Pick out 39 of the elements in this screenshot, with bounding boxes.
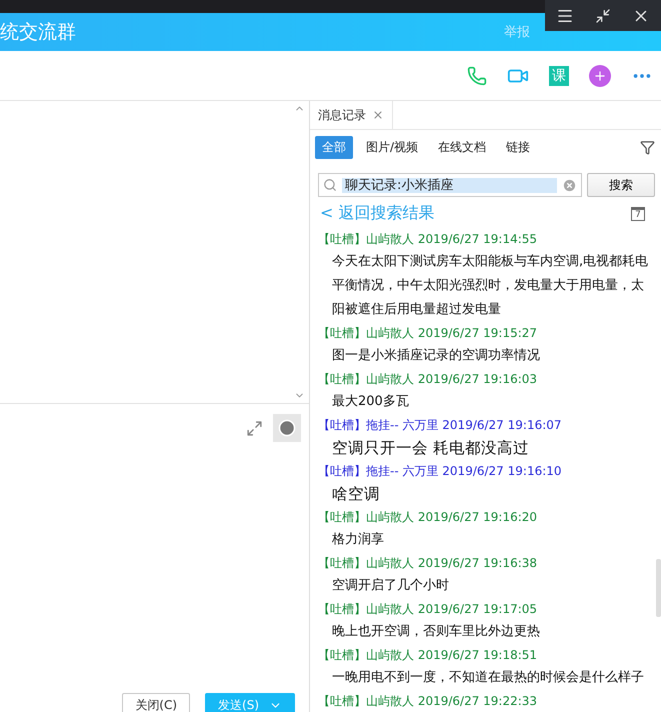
message-header: 【吐槽】山屿散人 2019/6/27 19:22:33 [318, 693, 538, 710]
phone-icon[interactable] [467, 66, 487, 86]
search-button[interactable]: 搜索 [587, 173, 655, 197]
message-text: 格力润享 [331, 531, 385, 549]
message-header: 【吐槽】山屿散人 2019/6/27 19:16:38 [318, 555, 538, 572]
scrollbar-thumb[interactable] [656, 559, 661, 617]
search-icon [323, 178, 337, 192]
message-text: 最大200多瓦 [331, 393, 410, 411]
clock-button[interactable] [273, 414, 301, 442]
expand-icon[interactable] [246, 420, 263, 436]
message-header: 【吐槽】山屿散人 2019/6/27 19:15:27 [318, 325, 538, 342]
message-header: 【吐槽】山屿散人 2019/6/27 19:18:51 [318, 647, 538, 664]
message-header: 【吐槽】山屿散人 2019/6/27 19:16:20 [318, 509, 538, 526]
message-header: 【吐槽】山屿散人 2019/6/27 19:17:05 [318, 601, 538, 618]
clear-icon[interactable] [562, 178, 577, 192]
message-text: 晚上也开空调，否则车里比外边更热 [331, 623, 541, 641]
message-text: 空调开启了几个小时 [331, 577, 450, 595]
message-header: 【吐槽】山屿散人 2019/6/27 19:16:03 [318, 371, 538, 388]
message-text: 今天在太阳下测试房车太阳能板与车内空调,电视都耗电平衡情况，中午太阳光强烈时，发电量大于用电量，太阳被遮住后用电量超过发电量 [331, 253, 649, 319]
message-text: 空调只开一会 耗电都没高过 [331, 438, 530, 459]
message-text: 图一是小米插座记录的空调功率情况 [331, 347, 541, 365]
window-title: 统交流群 [0, 20, 77, 45]
message-header: 【吐槽】拖挂-- 六万里 2019/6/27 19:16:07 [318, 417, 563, 434]
message-text: 啥空调 [331, 484, 381, 505]
plus-button[interactable] [589, 64, 611, 86]
clock-icon [278, 419, 296, 437]
close-button[interactable]: 关闭(C) [122, 693, 190, 712]
plus-icon [593, 68, 607, 82]
calendar-icon[interactable]: 7 [631, 206, 645, 220]
message-header: 【吐槽】山屿散人 2019/6/27 19:14:55 [318, 231, 538, 248]
filter-tab[interactable]: 图片/视频 [359, 136, 426, 159]
filter-icon[interactable] [640, 140, 655, 155]
search-field[interactable]: 聊天记录:小米插座 [318, 173, 582, 197]
filter-tab[interactable]: 在线文档 [431, 136, 494, 159]
history-tab[interactable]: 消息记录 [310, 101, 393, 129]
message-header: 【吐槽】拖挂-- 六万里 2019/6/27 19:16:10 [318, 463, 563, 480]
filter-tab[interactable]: 链接 [499, 136, 538, 159]
message-text: 一晚用电不到一度，不知道在最热的时候会是什么样子 [331, 669, 645, 687]
shrink-icon[interactable] [594, 8, 611, 24]
